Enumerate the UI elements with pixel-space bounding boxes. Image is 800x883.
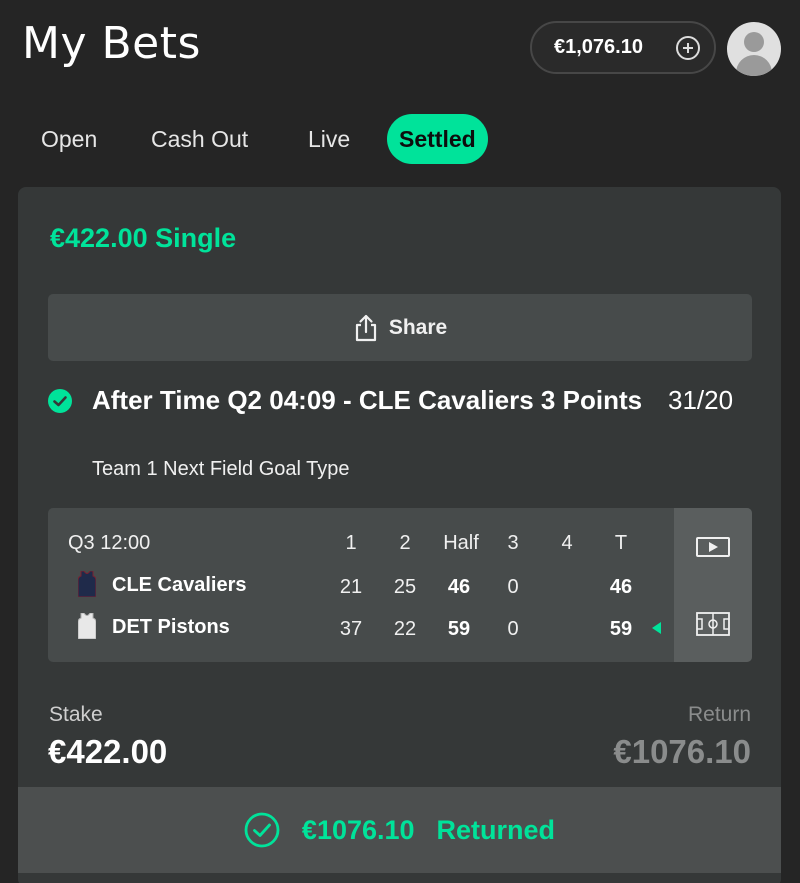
column-header: 2 [399, 532, 411, 554]
share-label: Share [388, 315, 448, 339]
stake-value: €422.00 [48, 733, 168, 770]
returned-status-bar: €1076.10 Returned [18, 787, 781, 873]
score-cell: 0 [507, 618, 519, 640]
user-avatar-icon[interactable] [727, 22, 781, 76]
game-period: Q3 12:00 [68, 532, 151, 554]
bet-title: €422.00 Single [50, 223, 237, 253]
check-circle-icon [48, 389, 72, 413]
balance-amount: €1,076.10 [554, 36, 643, 58]
scoreboard: Q3 12:00 1 2 Half 3 4 T CLE Cavaliers 21… [48, 508, 752, 662]
team-name: DET Pistons [112, 616, 230, 638]
avatar-shoulders [736, 55, 772, 76]
column-header: Half [443, 532, 479, 554]
score-cell: 22 [393, 618, 417, 640]
bet-card: €422.00 Single Share After Time Q2 04:09… [18, 187, 781, 883]
share-icon [355, 314, 376, 341]
tab-settled[interactable]: Settled [387, 114, 488, 164]
score-cell: 21 [339, 576, 363, 598]
leader-indicator-icon [652, 622, 661, 634]
tab-live[interactable]: Live [308, 114, 350, 164]
score-total: 59 [609, 618, 633, 640]
market-name: Team 1 Next Field Goal Type [92, 458, 350, 480]
score-cell: 59 [447, 618, 471, 640]
share-button[interactable]: Share [48, 294, 752, 361]
column-header: T [614, 532, 628, 554]
bet-tabs: Open Cash Out Live Settled [0, 114, 800, 164]
scoreboard-side-panel [674, 508, 752, 662]
court-stats-icon[interactable] [696, 612, 730, 636]
odds: 31/20 [668, 385, 734, 415]
score-cell: 46 [447, 576, 471, 598]
plus-circle-icon[interactable] [676, 36, 700, 60]
team-jersey-icon [78, 571, 96, 597]
score-total: 46 [609, 576, 633, 598]
team-name: CLE Cavaliers [112, 574, 247, 596]
column-header: 1 [345, 532, 357, 554]
play-video-icon[interactable] [696, 537, 730, 557]
team-jersey-icon [78, 613, 96, 639]
page-title: My Bets [22, 18, 201, 69]
returned-label: Returned [436, 814, 556, 845]
column-header: 3 [507, 532, 519, 554]
return-label: Return [687, 703, 751, 726]
tab-open[interactable]: Open [41, 114, 97, 164]
return-value: €1076.10 [613, 733, 751, 770]
selection-name: After Time Q2 04:09 - CLE Cavaliers 3 Po… [92, 385, 643, 415]
tab-cash-out[interactable]: Cash Out [151, 114, 248, 164]
avatar-head [744, 32, 764, 52]
score-cell: 0 [507, 576, 519, 598]
header: My Bets €1,076.10 [0, 0, 800, 100]
stake-label: Stake [49, 703, 103, 726]
column-header: 4 [561, 532, 573, 554]
check-circle-outline-icon [244, 812, 280, 848]
score-cell: 25 [393, 576, 417, 598]
balance-button[interactable]: €1,076.10 [530, 21, 716, 74]
score-cell: 37 [339, 618, 363, 640]
returned-amount: €1076.10 [301, 814, 415, 845]
